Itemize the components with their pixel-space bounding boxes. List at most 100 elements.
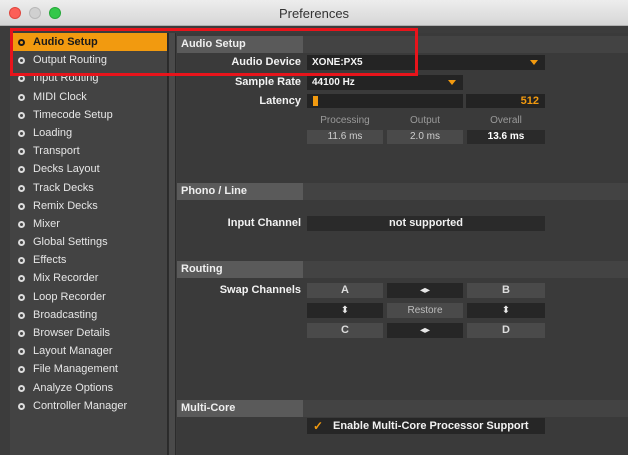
sidebar-item-label: Loop Recorder (33, 290, 106, 303)
section-heading-bar (303, 261, 628, 278)
sidebar-item-output-routing[interactable]: Output Routing (10, 51, 167, 69)
swap-channels-label: Swap Channels (219, 284, 301, 296)
swap-a-c-button[interactable]: ⬍ (307, 303, 383, 318)
sidebar-item-global-settings[interactable]: Global Settings (10, 233, 167, 251)
sidebar-item-mixer[interactable]: Mixer (10, 215, 167, 233)
section-heading-routing: Routing (177, 261, 303, 278)
sidebar-item-browser-details[interactable]: Browser Details (10, 324, 167, 342)
sidebar-item-audio-setup[interactable]: Audio Setup (10, 33, 167, 52)
checkmark-icon: ✓ (313, 419, 324, 433)
sidebar-item-label: MIDI Clock (33, 90, 87, 103)
sidebar-item-label: Effects (33, 254, 67, 267)
sidebar-item-decks-layout[interactable]: Decks Layout (10, 160, 167, 178)
channel-c-button[interactable]: C (307, 323, 383, 338)
radio-bullet-icon (18, 166, 25, 174)
audio-device-dropdown[interactable]: XONE:PX5 (307, 55, 545, 70)
sidebar-item-label: Broadcasting (33, 308, 98, 321)
sidebar-item-label: Timecode Setup (33, 108, 113, 121)
section-heading-bar (303, 183, 628, 200)
sidebar-item-label: Audio Setup (33, 36, 98, 48)
section-heading-bar (303, 36, 628, 53)
radio-bullet-icon (18, 402, 25, 410)
sidebar-item-input-routing[interactable]: Input Routing (10, 69, 167, 87)
section-heading-multi-core: Multi-Core (177, 400, 303, 417)
dropdown-caret-icon (530, 60, 538, 65)
output-header: Output (409, 115, 441, 126)
overall-latency-value: 13.6 ms (467, 130, 545, 144)
latency-value: 512 (466, 94, 545, 108)
preferences-sidebar: Audio Setup Output Routing Input Routing… (10, 33, 168, 455)
latency-label: Latency (259, 95, 301, 107)
sidebar-item-timecode-setup[interactable]: Timecode Setup (10, 106, 167, 124)
radio-bullet-icon (18, 311, 25, 319)
sample-rate-value: 44100 Hz (312, 77, 355, 88)
sidebar-item-layout-manager[interactable]: Layout Manager (10, 342, 167, 360)
sidebar-item-label: Layout Manager (33, 345, 113, 358)
sidebar-item-controller-manager[interactable]: Controller Manager (10, 397, 167, 415)
sidebar-item-label: Loading (33, 126, 73, 139)
sidebar-item-label: Global Settings (33, 236, 108, 249)
radio-bullet-icon (18, 202, 25, 210)
channel-b-button[interactable]: B (467, 283, 545, 298)
sidebar-item-track-decks[interactable]: Track Decks (10, 179, 167, 197)
input-channel-label: Input Channel (227, 217, 301, 229)
audio-device-value: XONE:PX5 (312, 57, 363, 68)
radio-bullet-icon (18, 93, 25, 101)
radio-bullet-icon (18, 366, 25, 374)
sidebar-item-loop-recorder[interactable]: Loop Recorder (10, 288, 167, 306)
sidebar-item-label: Decks Layout (33, 163, 100, 176)
sidebar-item-label: Analyze Options (33, 381, 114, 394)
radio-bullet-icon (18, 239, 25, 247)
radio-bullet-icon (18, 184, 25, 192)
sidebar-item-broadcasting[interactable]: Broadcasting (10, 306, 167, 324)
sidebar-item-label: Browser Details (33, 327, 111, 339)
radio-bullet-icon (18, 384, 25, 392)
radio-bullet-icon (18, 220, 25, 228)
radio-bullet-icon (18, 57, 25, 65)
window-title: Preferences (278, 6, 350, 21)
sidebar-item-label: Mix Recorder (33, 272, 99, 285)
output-latency-value: 2.0 ms (387, 130, 463, 144)
title-bar: Preferences (0, 0, 628, 26)
sidebar-item-file-management[interactable]: File Management (10, 360, 167, 378)
sidebar-item-loading[interactable]: Loading (10, 124, 167, 142)
sidebar-item-label: Controller Manager (33, 399, 128, 412)
sidebar-item-analyze-options[interactable]: Analyze Options (10, 379, 167, 397)
settings-panel: Audio Setup Audio Device XONE:PX5 Sample… (177, 33, 628, 455)
radio-bullet-icon (18, 111, 25, 119)
radio-bullet-icon (18, 348, 25, 356)
multi-core-checkbox-label: Enable Multi-Core Processor Support (333, 420, 529, 432)
radio-bullet-icon (18, 148, 25, 156)
sidebar-item-remix-decks[interactable]: Remix Decks (10, 197, 167, 215)
preferences-window: Preferences Audio Setup Output Routing I… (0, 0, 628, 455)
radio-bullet-icon (18, 39, 25, 46)
restore-routing-button[interactable]: Restore (387, 303, 463, 318)
swap-c-d-button[interactable]: ◂▸ (387, 323, 463, 338)
radio-bullet-icon (18, 257, 25, 265)
radio-bullet-icon (18, 75, 25, 83)
radio-bullet-icon (18, 293, 25, 301)
latency-slider[interactable] (307, 94, 463, 108)
sidebar-item-label: Remix Decks (33, 199, 98, 212)
channel-d-button[interactable]: D (467, 323, 545, 338)
sample-rate-dropdown[interactable]: 44100 Hz (307, 75, 463, 90)
sidebar-item-label: Output Routing (33, 54, 107, 67)
sidebar-item-label: Mixer (33, 217, 60, 230)
swap-b-d-button[interactable]: ⬍ (467, 303, 545, 318)
sidebar-item-label: Transport (33, 145, 80, 158)
multi-core-checkbox[interactable]: ✓ Enable Multi-Core Processor Support (307, 418, 545, 434)
sidebar-item-mix-recorder[interactable]: Mix Recorder (10, 269, 167, 287)
input-channel-status: not supported (307, 216, 545, 231)
section-heading-audio-setup: Audio Setup (177, 36, 303, 53)
latency-slider-handle[interactable] (313, 96, 318, 106)
channel-a-button[interactable]: A (307, 283, 383, 298)
sample-rate-label: Sample Rate (234, 76, 301, 88)
swap-a-b-button[interactable]: ◂▸ (387, 283, 463, 298)
audio-device-label: Audio Device (231, 56, 301, 68)
sidebar-item-effects[interactable]: Effects (10, 251, 167, 269)
sidebar-item-label: Input Routing (33, 72, 99, 85)
sidebar-item-transport[interactable]: Transport (10, 142, 167, 160)
panel-divider (168, 33, 176, 455)
overall-header: Overall (490, 115, 522, 126)
sidebar-item-midi-clock[interactable]: MIDI Clock (10, 88, 167, 106)
